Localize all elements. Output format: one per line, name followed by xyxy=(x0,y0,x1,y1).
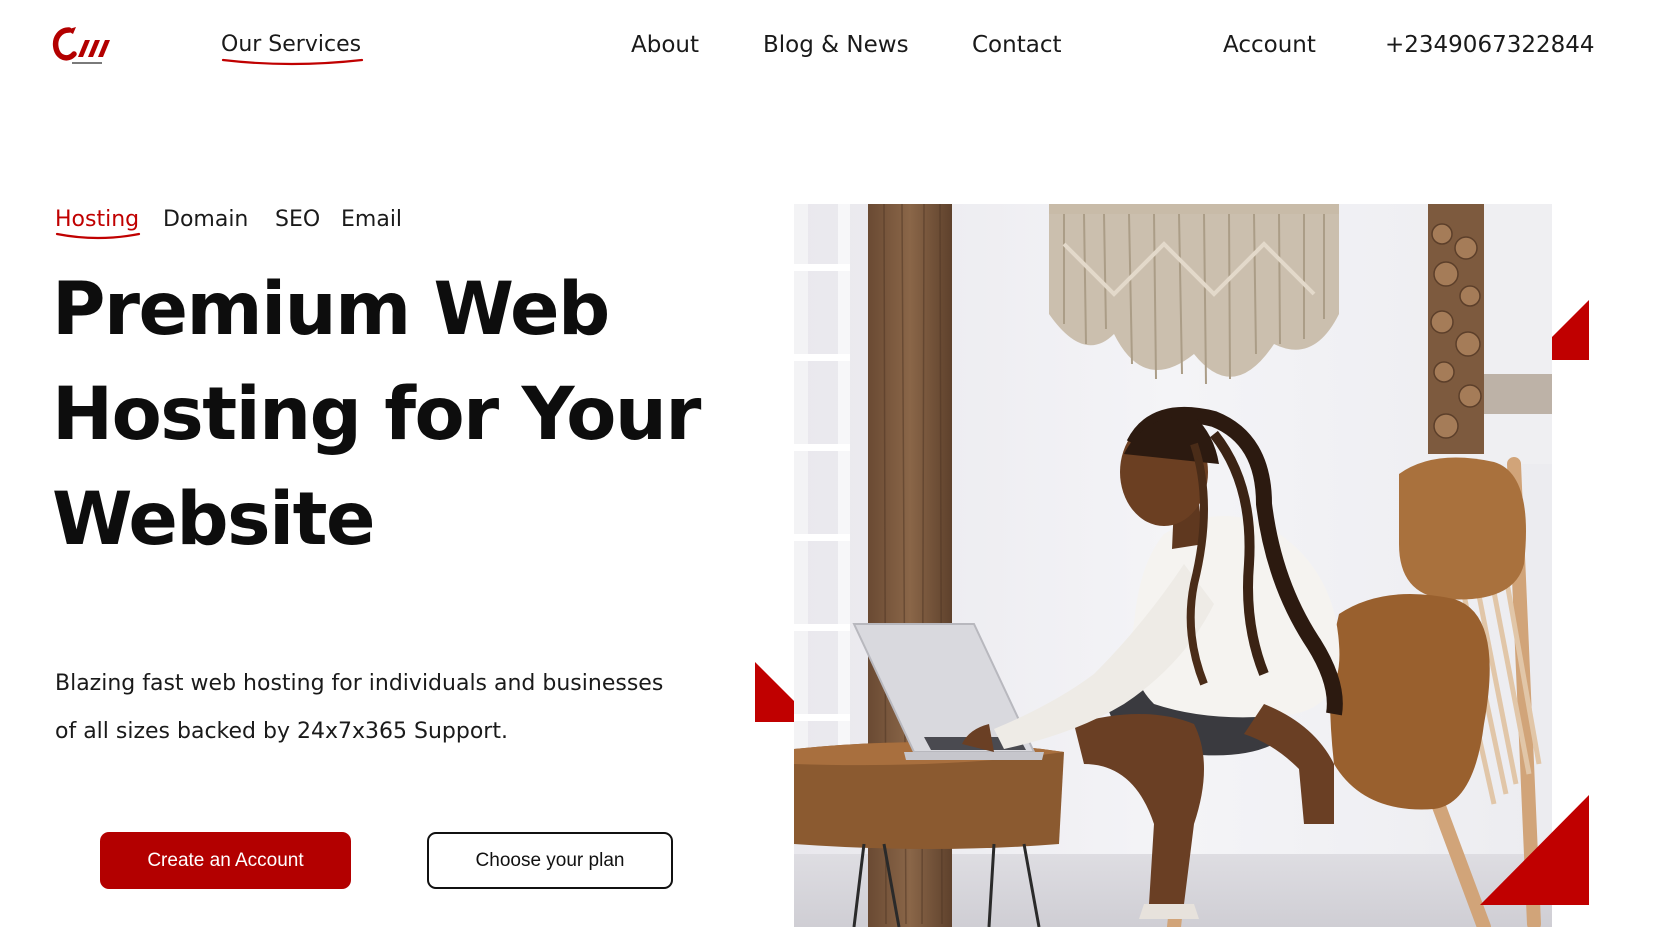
tab-domain[interactable]: Domain xyxy=(163,205,248,235)
nav-blog-news[interactable]: Blog & News xyxy=(763,30,909,60)
tab-hosting[interactable]: Hosting xyxy=(55,205,139,235)
choose-plan-button[interactable]: Choose your plan xyxy=(427,832,673,889)
hero-description-line: of all sizes backed by 24x7x365 Support. xyxy=(55,719,508,744)
tab-seo[interactable]: SEO xyxy=(275,205,320,235)
nav-active-underline xyxy=(221,58,364,66)
hero-description: Blazing fast web hosting for individuals… xyxy=(55,660,745,756)
brand-logo-icon[interactable] xyxy=(52,24,114,68)
hero-title: Premium Web Hosting for Your Website xyxy=(52,267,752,581)
tab-email[interactable]: Email xyxy=(341,205,402,235)
hero-description-line: Blazing fast web hosting for individuals… xyxy=(55,671,664,696)
nav-account[interactable]: Account xyxy=(1223,30,1316,60)
nav-phone-number[interactable]: +2349067322844 xyxy=(1385,30,1595,60)
nav-contact[interactable]: Contact xyxy=(972,30,1061,60)
hero-title-line: Website xyxy=(52,477,376,562)
decorative-triangle-icon xyxy=(1480,795,1589,905)
nav-about[interactable]: About xyxy=(631,30,699,60)
page: Our Services About Blog & News Contact A… xyxy=(0,0,1657,927)
hero-photo-woman-laptop xyxy=(794,204,1552,927)
nav-our-services[interactable]: Our Services xyxy=(221,30,361,60)
tab-active-underline xyxy=(55,232,141,240)
create-account-button[interactable]: Create an Account xyxy=(100,832,351,889)
